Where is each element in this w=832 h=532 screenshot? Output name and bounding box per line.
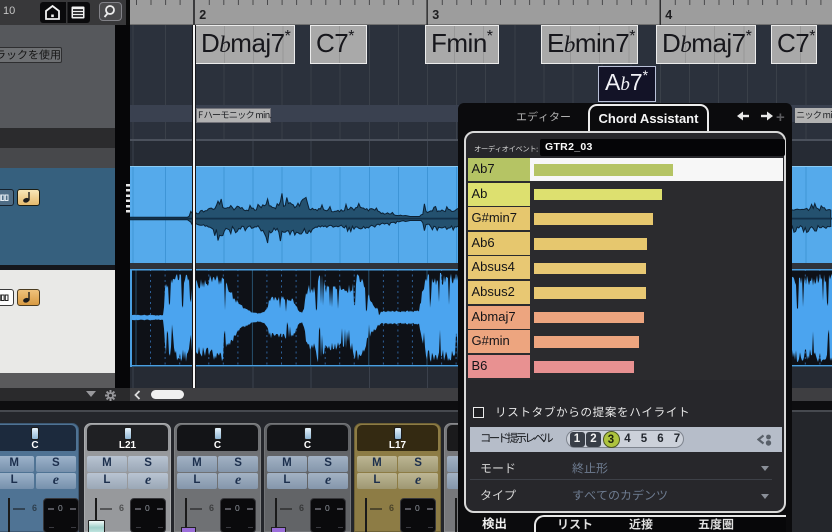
svg-text:4: 4 (665, 8, 672, 22)
svg-text:3: 3 (432, 8, 439, 22)
svg-text:2: 2 (199, 8, 206, 22)
